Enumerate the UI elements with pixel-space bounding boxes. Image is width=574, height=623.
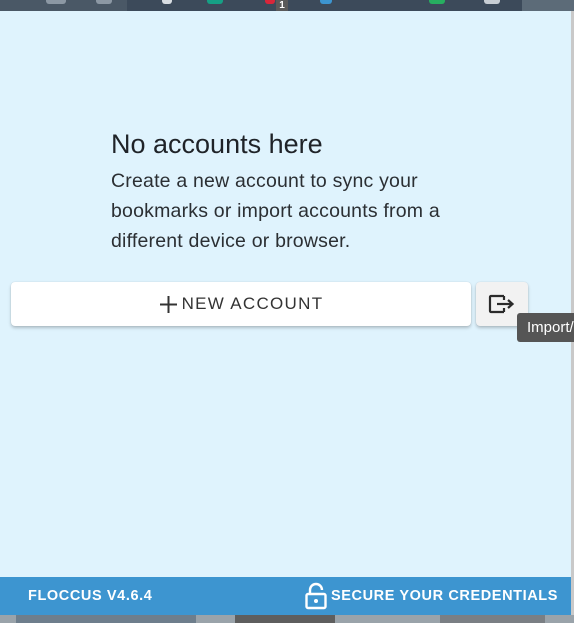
import-export-icon xyxy=(488,294,515,314)
extension-green-circle-icon[interactable] xyxy=(429,0,445,4)
secure-credentials-label: SECURE YOUR CREDENTIALS xyxy=(331,588,559,604)
secure-credentials-link[interactable]: SECURE YOUR CREDENTIALS xyxy=(304,577,558,615)
lock-icon xyxy=(305,582,327,610)
empty-state-title: No accounts here xyxy=(111,129,323,159)
background-image-2 xyxy=(235,615,335,623)
background-image-3 xyxy=(440,615,545,623)
extension-red-icon[interactable] xyxy=(265,0,275,4)
version-label: FLOCCUS V4.6.4 xyxy=(28,588,153,604)
page-behind-strip xyxy=(0,615,574,623)
extension-green-icon[interactable] xyxy=(207,0,223,4)
notification-badge: 1 xyxy=(276,0,288,11)
new-account-button[interactable]: NEW ACCOUNT xyxy=(11,282,471,326)
empty-state-description: Create a new account to sync your bookma… xyxy=(111,170,440,252)
extension-icon[interactable] xyxy=(96,0,112,4)
globe-icon[interactable] xyxy=(484,0,500,4)
import-tooltip: Import/ xyxy=(517,313,574,342)
new-account-label: NEW ACCOUNT xyxy=(181,294,324,313)
pen-icon[interactable] xyxy=(162,0,172,4)
extension-blue-icon[interactable] xyxy=(320,0,332,4)
app-root: 1 No accounts here Create a new account … xyxy=(0,0,574,623)
browser-toolbar: 1 xyxy=(0,0,574,11)
plus-icon xyxy=(159,295,177,313)
popup-footer: FLOCCUS V4.6.4 SECURE YOUR CREDENTIALS xyxy=(0,577,571,615)
background-image-1 xyxy=(16,615,196,623)
toolbar-right-segment xyxy=(522,0,574,11)
volume-icon[interactable] xyxy=(46,0,66,4)
